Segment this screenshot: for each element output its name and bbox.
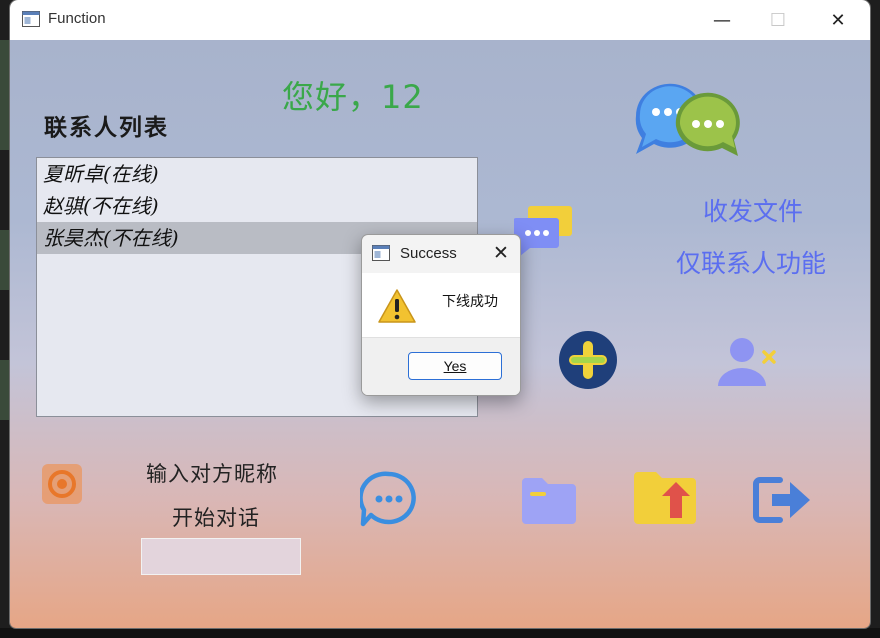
contact-item[interactable]: 夏昕卓(在线) bbox=[37, 158, 477, 190]
dialog-message: 下线成功 bbox=[442, 294, 498, 310]
warning-icon bbox=[378, 289, 416, 323]
chat-bubbles-icon bbox=[635, 83, 740, 156]
upload-icon[interactable] bbox=[632, 468, 698, 528]
folder-icon[interactable] bbox=[520, 474, 578, 526]
desktop-background bbox=[0, 360, 10, 420]
close-button[interactable]: ✕ bbox=[810, 0, 866, 40]
logout-icon[interactable] bbox=[752, 474, 812, 526]
app-window-icon bbox=[22, 11, 40, 27]
send-file-label[interactable]: 收发文件 bbox=[703, 192, 803, 228]
success-dialog: Success ✕ 下线成功 Yes bbox=[361, 234, 521, 396]
nickname-input[interactable] bbox=[141, 538, 301, 575]
contacts-title: 联系人列表 bbox=[44, 114, 169, 141]
dialog-close-button[interactable]: ✕ bbox=[488, 240, 514, 266]
desktop-background bbox=[0, 628, 880, 638]
window-title: Function bbox=[48, 10, 106, 27]
greeting-text: 您好，12 bbox=[282, 78, 424, 116]
dialog-title: Success bbox=[400, 245, 457, 262]
nickname-hint-line1: 输入对方昵称 bbox=[146, 462, 278, 486]
nickname-hint-line2: 开始对话 bbox=[172, 506, 260, 530]
settings-icon[interactable] bbox=[42, 464, 82, 504]
minimize-button[interactable]: — bbox=[694, 0, 750, 40]
dialog-footer: Yes bbox=[362, 337, 520, 395]
yes-button[interactable]: Yes bbox=[408, 352, 502, 380]
contact-item[interactable]: 赵骐(不在线) bbox=[37, 190, 477, 222]
title-bar[interactable]: Function — ☐ ✕ bbox=[10, 0, 870, 40]
message-icon[interactable] bbox=[514, 204, 574, 258]
desktop-background bbox=[0, 40, 10, 150]
desktop-background bbox=[0, 230, 10, 290]
dialog-app-icon bbox=[372, 245, 390, 261]
dialog-body: 下线成功 bbox=[362, 273, 520, 337]
contact-only-label[interactable]: 仅联系人功能 bbox=[676, 244, 826, 280]
add-icon[interactable] bbox=[558, 330, 618, 390]
add-user-icon[interactable] bbox=[714, 334, 778, 390]
chat-icon[interactable] bbox=[360, 470, 418, 528]
maximize-button[interactable]: ☐ bbox=[750, 0, 806, 40]
